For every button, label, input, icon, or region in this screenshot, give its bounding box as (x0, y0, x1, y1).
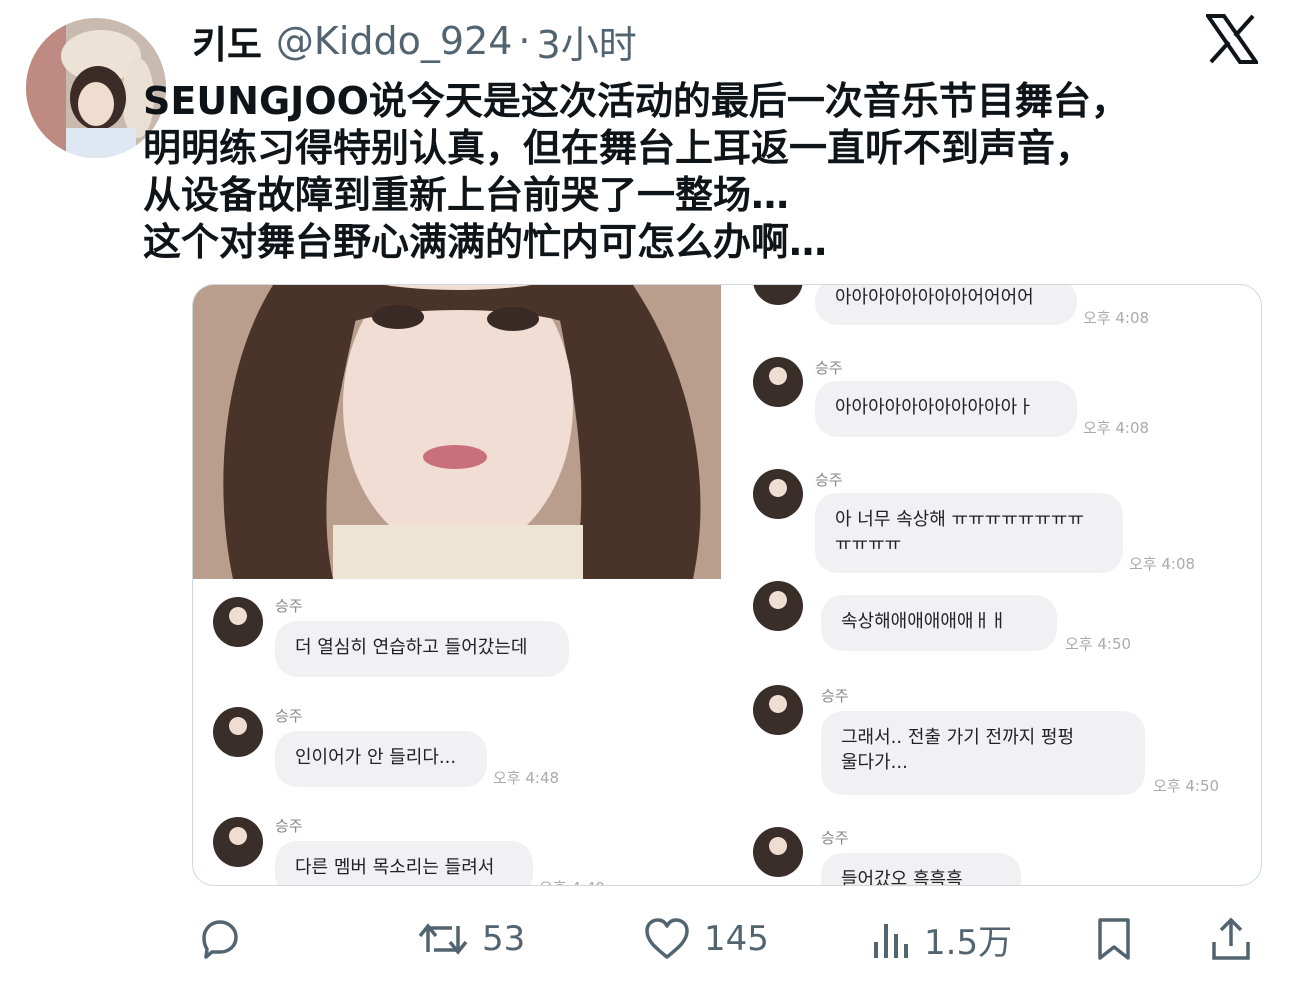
reply-icon (202, 920, 238, 959)
media-attachment[interactable]: 승주 더 열심히 연습하고 들어갔는데 승주 인이어가 안 들리다... 오후 … (192, 284, 1262, 886)
display-name[interactable]: 키도 (192, 14, 262, 69)
like-button[interactable]: 145 (642, 904, 769, 974)
views-count: 1.5万 (924, 922, 1013, 963)
reply-button[interactable] (196, 904, 242, 974)
chat-bubble: 들어갔오 흑흑흑 (821, 853, 1021, 885)
chat-bubble: 아 너무 속상해 ㅠㅠㅠㅠㅠㅠㅠㅠ ㅠㅠㅠㅠ (815, 493, 1123, 573)
views-button[interactable]: 1.5万 (872, 904, 1012, 974)
chat-timestamp: 오후 4:50 (1153, 777, 1220, 795)
chat-timestamp: 오후 4:50 (1065, 635, 1132, 653)
tweet-text: SEUNGJOO说今天是这次活动的最后一次音乐节目舞台， 明明练习得特别认真，但… (143, 79, 1129, 264)
tweet-header: 키도 @Kiddo_924 · 3小时 (192, 14, 637, 68)
chat-sender: 승주 (821, 687, 849, 705)
chat-avatar (753, 685, 803, 735)
bookmark-icon (1098, 918, 1130, 960)
chat-sender: 승주 (275, 707, 303, 725)
user-handle[interactable]: @Kiddo_924 (276, 19, 513, 63)
chat-sender: 승주 (815, 359, 843, 377)
chat-sender: 승주 (275, 597, 303, 615)
chat-avatar (753, 357, 803, 407)
chat-bubble: 다른 멤버 목소리는 들려서 (275, 841, 533, 885)
chat-timestamp: 오후 4:48 (493, 769, 560, 787)
separator-dot: · (518, 19, 531, 63)
share-button[interactable] (1208, 904, 1254, 974)
chat-avatar (753, 581, 803, 631)
chat-avatar (753, 285, 803, 305)
chat-bubble: 인이어가 안 들리다... (275, 731, 487, 787)
chat-sender: 승주 (815, 471, 843, 489)
chat-sender: 승주 (821, 829, 849, 847)
chat-avatar (753, 469, 803, 519)
chat-screenshot-right: 아아아아아아아아어어어어 오후 4:08 승주 아아아아아아아아아아아ㅏ 오후 … (733, 285, 1261, 885)
views-icon (874, 924, 908, 958)
like-count: 145 (704, 919, 769, 959)
selfie-photo[interactable] (193, 285, 721, 579)
chat-timestamp: 오후 4:08 (1083, 419, 1150, 437)
chat-bubble: 아아아아아아아아어어어어 (815, 285, 1077, 325)
chat-screenshot-left: 승주 더 열심히 연습하고 들어갔는데 승주 인이어가 안 들리다... 오후 … (193, 285, 721, 885)
chat-avatar (213, 597, 263, 647)
chat-avatar (213, 707, 263, 757)
chat-timestamp: 오후 4:49 (539, 877, 605, 885)
chat-bubble: 그래서.. 전출 가기 전까지 펑펑 울다가... (821, 711, 1145, 795)
chat-sender: 승주 (275, 817, 303, 835)
chat-avatar (753, 827, 803, 877)
chat-avatar (213, 817, 263, 867)
chat-timestamp: 오후 4:08 (1083, 309, 1150, 327)
retweet-count: 53 (482, 919, 526, 959)
post-time[interactable]: 3小时 (537, 14, 637, 69)
heart-icon (645, 918, 689, 959)
chat-timestamp: 오후 4:08 (1129, 555, 1196, 573)
chat-bubble: 더 열심히 연습하고 들어갔는데 (275, 621, 569, 677)
share-icon (1212, 917, 1250, 960)
action-bar: 53 145 1.5万 (0, 904, 1289, 974)
chat-bubble: 아아아아아아아아아아아ㅏ (815, 381, 1077, 437)
retweet-icon (418, 923, 468, 955)
retweet-button[interactable]: 53 (416, 904, 525, 974)
x-logo-icon[interactable] (1204, 14, 1260, 64)
chat-bubble: 속상해애애애애애ㅐㅐ (821, 595, 1057, 651)
bookmark-button[interactable] (1094, 904, 1134, 974)
